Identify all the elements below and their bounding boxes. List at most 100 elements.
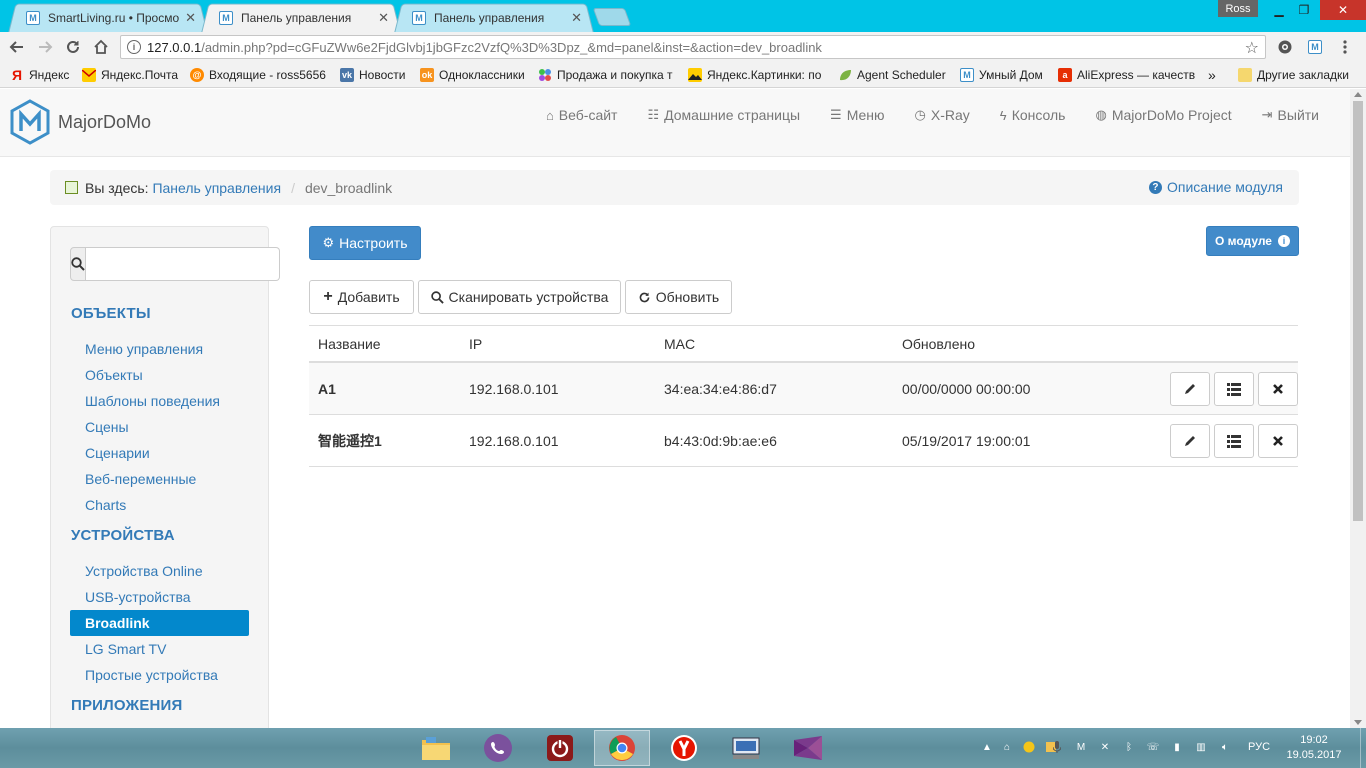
sidebar-item-scenes[interactable]: Сцены: [70, 414, 249, 440]
yandex-browser-icon[interactable]: [656, 730, 712, 766]
bookmark-yandex-images[interactable]: Яндекс.Картинки: по: [688, 62, 828, 88]
sidebar-item-objects[interactable]: Объекты: [70, 362, 249, 388]
menu-label: Домашние страницы: [664, 107, 801, 123]
configure-button[interactable]: ⚙ Настроить: [309, 226, 421, 260]
more-bookmarks-button[interactable]: »: [1208, 62, 1222, 88]
sidebar-item-web-vars[interactable]: Веб-переменные: [70, 466, 249, 492]
delete-button[interactable]: [1258, 424, 1298, 458]
device-mac: b4:43:0d:9b:ae:e6: [664, 432, 777, 449]
delete-button[interactable]: [1258, 372, 1298, 406]
input-language[interactable]: РУС: [1248, 741, 1270, 753]
chrome-icon[interactable]: [594, 730, 650, 766]
bookmark-yandex[interactable]: Я Яндекс: [10, 62, 74, 88]
device-name[interactable]: A1: [318, 363, 336, 414]
reload-icon[interactable]: [62, 36, 84, 58]
tray-battery-icon[interactable]: ▮: [1170, 740, 1184, 754]
tray-network-icon[interactable]: ▥: [1194, 740, 1208, 754]
bookmark-agent-scheduler[interactable]: Agent Scheduler: [838, 62, 950, 88]
list-button[interactable]: [1214, 372, 1254, 406]
sidebar-item-usb-devices[interactable]: USB-устройства: [70, 584, 249, 610]
sidebar-search-input[interactable]: [86, 247, 280, 281]
scan-devices-button[interactable]: Сканировать устройства: [418, 280, 621, 314]
address-bar[interactable]: i 127.0.0.1 /admin.php?pd=cGFuZWw6e2FjdG…: [120, 35, 1266, 59]
tray-majordomo-icon[interactable]: M: [1074, 740, 1088, 754]
add-button[interactable]: + Добавить: [309, 280, 414, 314]
about-module-button[interactable]: О модуле i: [1206, 226, 1299, 256]
sidebar-item-lg-smart-tv[interactable]: LG Smart TV: [70, 636, 249, 662]
browser-tab-panel[interactable]: M Панель управления ✕: [394, 3, 594, 33]
home-icon[interactable]: [90, 36, 112, 58]
restore-icon[interactable]: ❐: [1290, 0, 1318, 20]
edit-button[interactable]: [1170, 424, 1210, 458]
search-icon[interactable]: [70, 247, 86, 281]
explorer-icon[interactable]: [408, 730, 464, 766]
power-icon[interactable]: [532, 730, 588, 766]
browser-tab-smartliving[interactable]: M SmartLiving.ru • Просмо ✕: [8, 3, 208, 33]
visual-studio-icon[interactable]: [780, 730, 836, 766]
window-close-icon[interactable]: ✕: [1320, 0, 1366, 20]
bookmark-inbox[interactable]: @ Входящие - ross5656: [190, 62, 330, 88]
page-scrollbar[interactable]: [1350, 89, 1366, 728]
menu-project[interactable]: ◍ MajorDoMo Project: [1080, 105, 1246, 125]
tray-home-icon[interactable]: ⌂: [1000, 740, 1014, 754]
menu-console[interactable]: ϟ Консоль: [985, 105, 1081, 125]
sidebar-item-charts[interactable]: Charts: [70, 492, 249, 518]
refresh-button[interactable]: Обновить: [625, 280, 732, 314]
bookmark-avito[interactable]: Продажа и покупка т: [538, 62, 676, 88]
site-info-icon[interactable]: i: [127, 40, 141, 54]
menu-xray[interactable]: ◷ X-Ray: [900, 105, 985, 125]
keyboard-icon[interactable]: [718, 730, 774, 766]
sidebar-item-scripts[interactable]: Сценарии: [70, 440, 249, 466]
show-desktop-button[interactable]: [1360, 728, 1366, 768]
profile-button[interactable]: Ross: [1218, 0, 1258, 17]
bookmark-aliexpress[interactable]: a AliExpress — качеств: [1058, 62, 1198, 88]
browser-tab-panel-active[interactable]: M Панель управления ✕: [201, 3, 401, 33]
bookmark-news[interactable]: vk Новости: [340, 62, 414, 88]
bookmark-smart-home[interactable]: M Умный Дом: [960, 62, 1052, 88]
menu-home-pages[interactable]: ☷ Домашние страницы: [632, 105, 815, 125]
tab-close-icon[interactable]: ✕: [571, 10, 582, 26]
bookmark-star-icon[interactable]: ☆: [1245, 38, 1259, 58]
tray-viber-icon[interactable]: ☏: [1146, 740, 1160, 754]
tray-norton-icon[interactable]: [1022, 740, 1036, 754]
tray-bluetooth-icon[interactable]: ᛒ: [1122, 740, 1136, 754]
bookmark-odnoklassniki[interactable]: ok Одноклассники: [420, 62, 532, 88]
other-bookmarks-folder[interactable]: Другие закладки: [1238, 62, 1358, 88]
tray-microphone-icon[interactable]: [1050, 740, 1064, 754]
viber-icon[interactable]: [470, 730, 526, 766]
new-tab-button[interactable]: [592, 8, 632, 26]
tray-volume-icon[interactable]: 🔈︎: [1218, 740, 1232, 754]
back-arrow-icon[interactable]: [6, 36, 28, 58]
tray-expand-icon[interactable]: ▲: [980, 740, 994, 754]
sidebar-item-control-menu[interactable]: Меню управления: [70, 336, 249, 362]
list-button[interactable]: [1214, 424, 1254, 458]
dots-icon: [538, 68, 552, 82]
scroll-up-arrow-icon[interactable]: [1354, 92, 1362, 97]
dashboard-icon: ◷: [914, 107, 926, 122]
sidebar-item-simple-devices[interactable]: Простые устройства: [70, 662, 249, 688]
bookmark-yandex-mail[interactable]: Яндекс.Почта: [82, 62, 182, 88]
tab-close-icon[interactable]: ✕: [185, 10, 196, 26]
scrollbar-thumb[interactable]: [1353, 101, 1363, 521]
clock[interactable]: 19:02 19.05.2017: [1284, 733, 1344, 763]
extension-eye-icon[interactable]: [1276, 38, 1294, 56]
menu-website[interactable]: ⌂ Веб-сайт: [531, 105, 633, 125]
table-header: Название IP MAC Обновлено: [309, 325, 1298, 363]
sidebar-item-broadlink[interactable]: Broadlink: [70, 610, 249, 636]
sidebar-item-patterns[interactable]: Шаблоны поведения: [70, 388, 249, 414]
majordomo-extension-icon[interactable]: M: [1306, 38, 1324, 56]
forward-arrow-icon[interactable]: [34, 36, 56, 58]
chrome-menu-icon[interactable]: [1336, 38, 1354, 56]
device-name[interactable]: 智能遥控1: [318, 415, 382, 466]
yandex-icon: Я: [11, 67, 23, 83]
tab-close-icon[interactable]: ✕: [378, 10, 389, 26]
breadcrumb-panel-link[interactable]: Панель управления: [152, 180, 281, 196]
menu-logout[interactable]: ⇥ Выйти: [1247, 105, 1334, 125]
module-description-link[interactable]: ? Описание модуля: [1148, 179, 1283, 195]
sidebar-item-devices-online[interactable]: Устройства Online: [70, 558, 249, 584]
edit-button[interactable]: [1170, 372, 1210, 406]
scroll-down-arrow-icon[interactable]: [1354, 720, 1362, 725]
tray-tools-icon[interactable]: ✕: [1098, 740, 1112, 754]
brand-link[interactable]: MajorDoMo: [10, 99, 151, 145]
menu-menu[interactable]: ☰ Меню: [815, 105, 900, 125]
